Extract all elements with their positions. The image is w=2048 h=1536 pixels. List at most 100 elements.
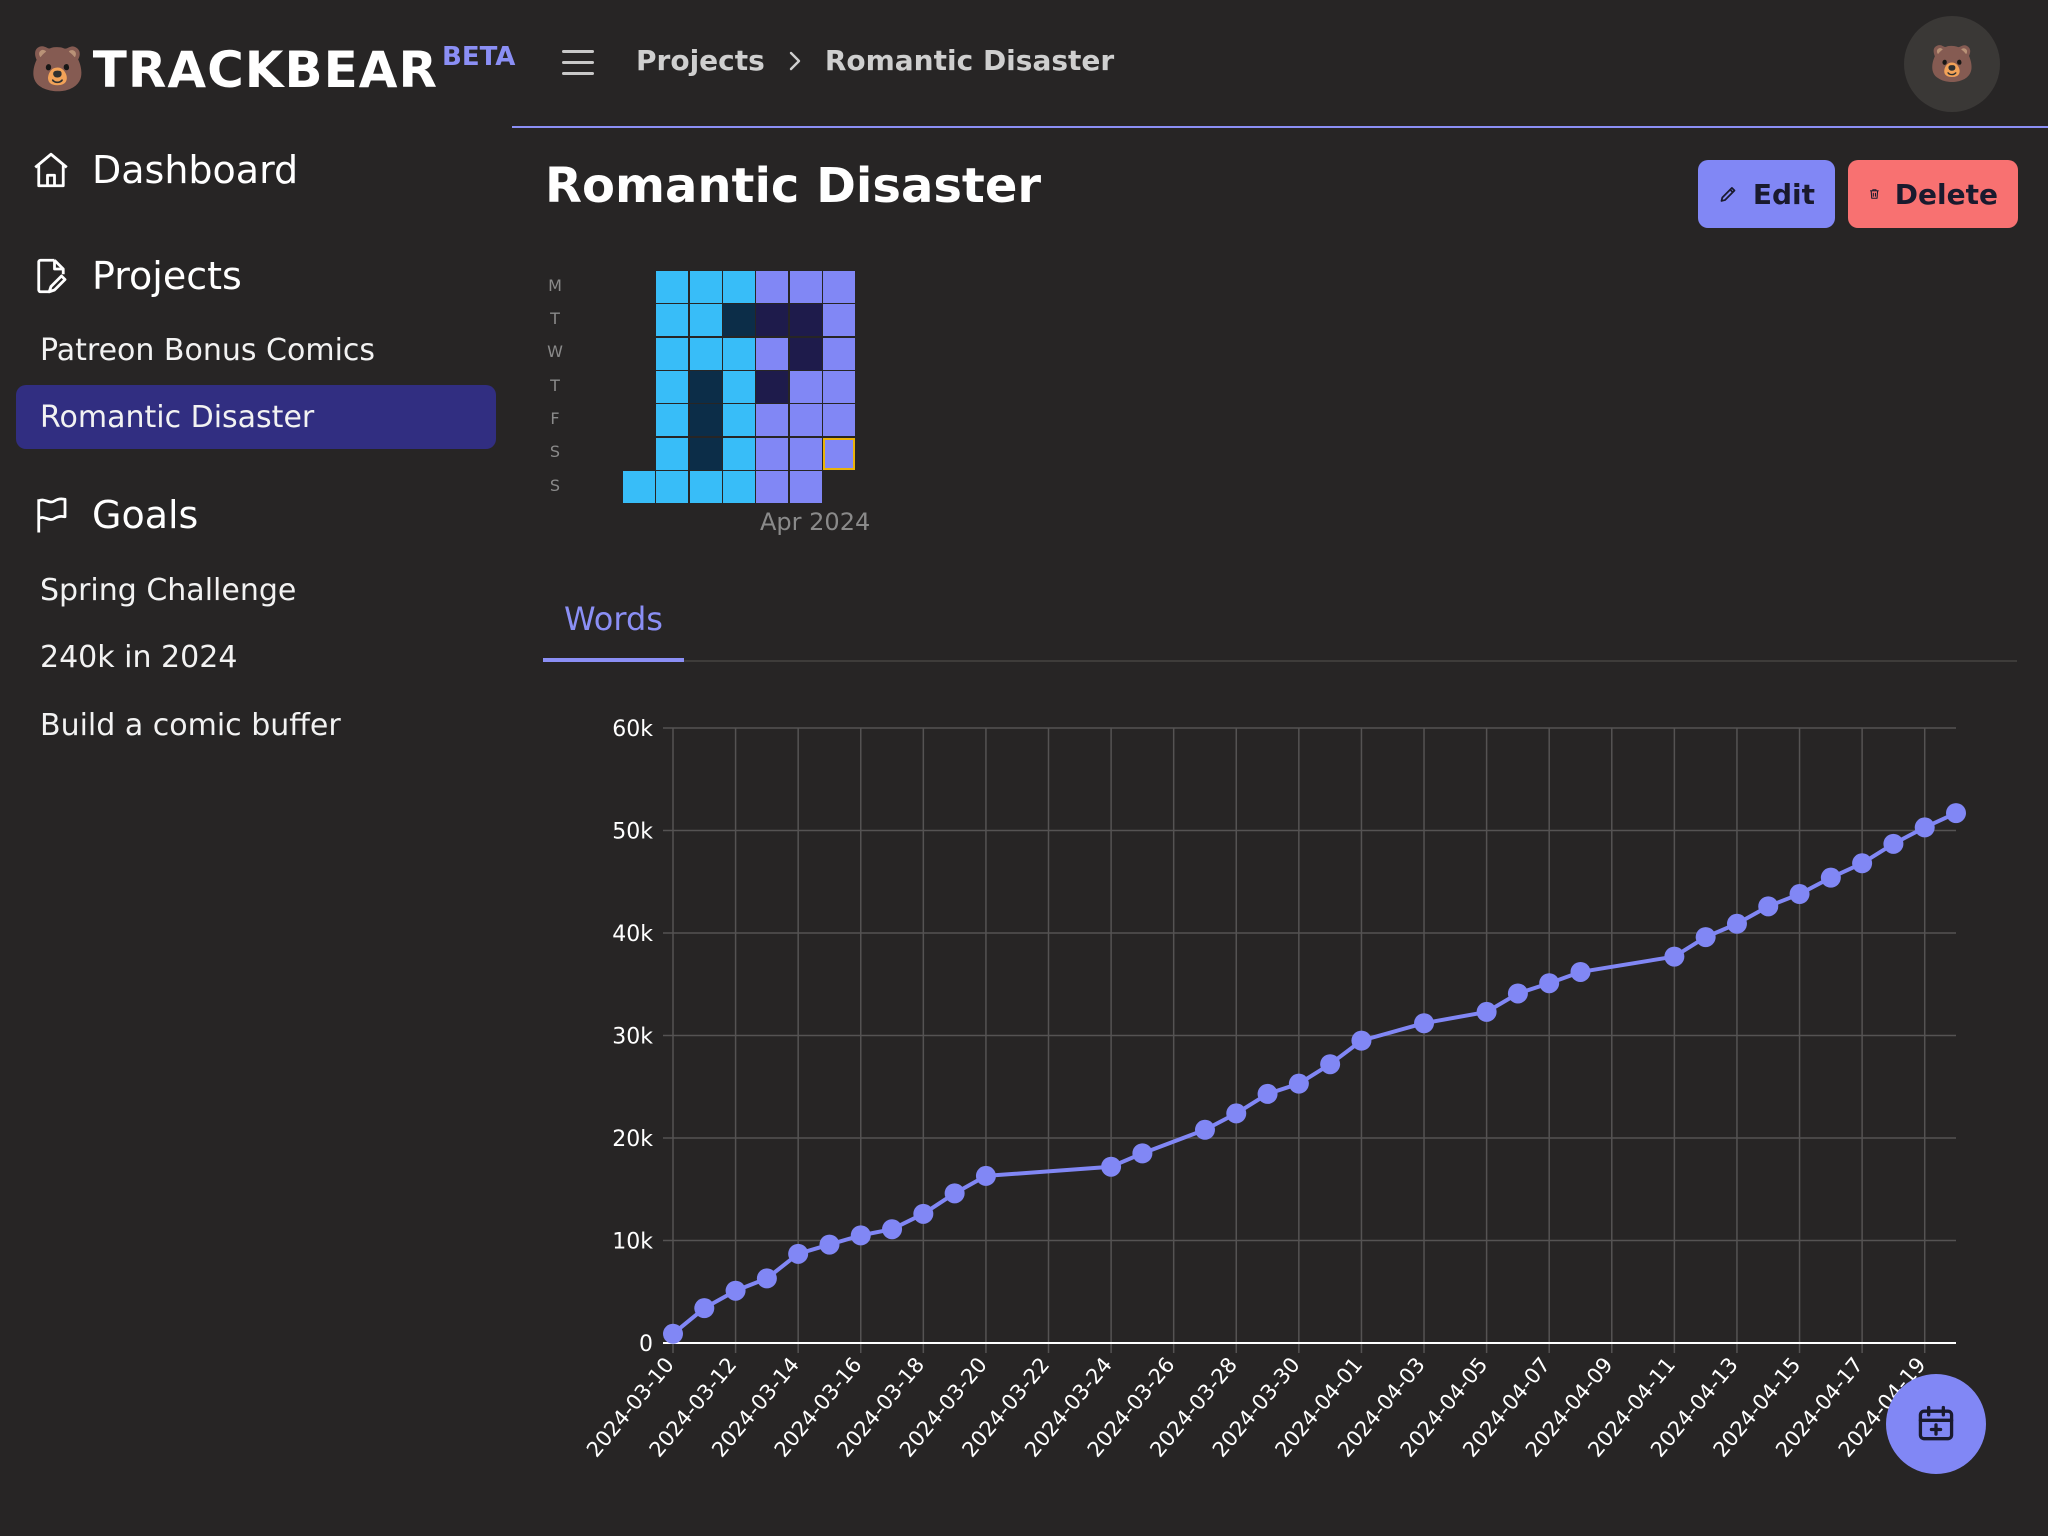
data-point — [975, 1165, 996, 1186]
heatmap-cell[interactable] — [822, 337, 855, 370]
edit-button-label: Edit — [1752, 177, 1815, 211]
data-point — [1852, 853, 1873, 874]
sidebar-item-label: Projects — [92, 254, 242, 298]
series-line — [671, 811, 1957, 1336]
data-point — [1914, 817, 1935, 838]
heatmap-cell[interactable] — [822, 370, 855, 403]
heatmap-cell[interactable] — [789, 404, 822, 437]
data-point — [694, 1298, 715, 1319]
sidebar-item-projects[interactable]: Projects — [30, 248, 242, 304]
y-tick-label: 40k — [612, 922, 653, 947]
data-point — [1194, 1119, 1215, 1140]
heatmap-cell[interactable] — [789, 470, 822, 503]
heatmap-cell[interactable] — [756, 404, 789, 437]
data-point — [1476, 1001, 1497, 1022]
weekday-label: W — [547, 342, 563, 361]
data-point — [1539, 973, 1560, 994]
add-tally-button[interactable] — [1886, 1374, 1986, 1474]
y-tick-label: 60k — [612, 717, 653, 742]
heatmap-cell[interactable] — [689, 404, 722, 437]
heatmap-cell[interactable] — [822, 271, 855, 303]
heatmap-cell[interactable] — [756, 437, 789, 470]
sidebar-item-build-a-comic-buffer[interactable]: Build a comic buffer — [16, 693, 496, 757]
heatmap-cell[interactable] — [822, 304, 855, 337]
y-tick-label: 20k — [612, 1127, 653, 1152]
heatmap-cell[interactable] — [822, 404, 855, 437]
heatmap-cell[interactable] — [722, 337, 755, 370]
top-bar: Projects Romantic Disaster 🐻 — [512, 0, 2048, 128]
heatmap-cell[interactable] — [656, 337, 689, 370]
heatmap-cell[interactable] — [722, 404, 755, 437]
data-point — [850, 1225, 871, 1246]
data-point — [1758, 896, 1779, 917]
data-point — [944, 1183, 965, 1204]
sidebar-item-label: Dashboard — [92, 148, 299, 192]
heatmap-cell[interactable] — [656, 437, 689, 470]
data-point — [788, 1243, 809, 1264]
sidebar-item-dashboard[interactable]: Dashboard — [30, 142, 298, 198]
heatmap-cell[interactable] — [689, 437, 722, 470]
weekday-label: T — [550, 309, 560, 328]
data-point — [1570, 961, 1591, 982]
y-tick-label: 10k — [612, 1230, 653, 1255]
heatmap-cell[interactable] — [722, 271, 755, 303]
sidebar-item-label: Goals — [92, 493, 199, 537]
heatmap-cell[interactable] — [722, 437, 755, 470]
data-point — [1226, 1103, 1247, 1124]
heatmap-cell[interactable] — [689, 337, 722, 370]
chevron-right-icon — [789, 51, 801, 70]
data-point — [1695, 927, 1716, 948]
breadcrumb: Projects Romantic Disaster — [636, 44, 1114, 77]
heatmap-cell[interactable] — [689, 370, 722, 403]
breadcrumb-projects-link[interactable]: Projects — [636, 44, 765, 77]
sidebar-item-spring-challenge[interactable]: Spring Challenge — [16, 558, 496, 622]
data-point — [882, 1219, 903, 1240]
heatmap-cell[interactable] — [756, 271, 789, 303]
beta-badge: BETA — [442, 42, 516, 72]
data-point — [1101, 1156, 1122, 1177]
heatmap-cell[interactable] — [656, 470, 689, 503]
heatmap-cell[interactable] — [756, 304, 789, 337]
sidebar-item-240k-in-2024[interactable]: 240k in 2024 — [16, 625, 496, 689]
heatmap-cell[interactable] — [623, 470, 655, 503]
heatmap-cell[interactable] — [789, 271, 822, 303]
heatmap-cell[interactable] — [756, 337, 789, 370]
data-point — [756, 1268, 777, 1289]
heatmap-cell[interactable] — [689, 271, 722, 303]
activity-heatmap: M T W T F S S Apr 2024 — [540, 268, 900, 538]
heatmap-cell[interactable] — [789, 337, 822, 370]
bear-logo-icon: 🐻 — [30, 44, 85, 95]
heatmap-cell[interactable] — [656, 271, 689, 303]
tab-words[interactable]: Words — [543, 580, 684, 662]
data-point — [1351, 1030, 1372, 1051]
sidebar-item-patreon-bonus-comics[interactable]: Patreon Bonus Comics — [16, 318, 496, 382]
data-point — [1726, 913, 1747, 934]
heatmap-cell[interactable] — [789, 437, 822, 470]
heatmap-cell[interactable] — [722, 304, 755, 337]
document-edit-icon — [37, 258, 67, 294]
avatar[interactable]: 🐻 — [1904, 16, 2000, 112]
home-icon — [34, 152, 68, 188]
heatmap-cell[interactable] — [722, 470, 755, 503]
heatmap-cell[interactable] — [656, 370, 689, 403]
sidebar-item-goals[interactable]: Goals — [30, 487, 198, 543]
heatmap-cell[interactable] — [656, 304, 689, 337]
edit-button[interactable]: Edit — [1698, 160, 1835, 228]
data-point — [1414, 1013, 1435, 1034]
delete-button-label: Delete — [1894, 177, 1998, 211]
data-point — [1257, 1083, 1278, 1104]
heatmap-cell[interactable] — [722, 370, 755, 403]
heatmap-cell[interactable] — [789, 370, 822, 403]
delete-button[interactable]: Delete — [1848, 160, 2018, 228]
heatmap-cell[interactable] — [756, 470, 789, 503]
heatmap-cell[interactable] — [822, 437, 855, 470]
brand-logo[interactable]: 🐻 TRACKBEAR BETA — [30, 40, 515, 100]
heatmap-cell[interactable] — [789, 304, 822, 337]
sidebar-item-romantic-disaster[interactable]: Romantic Disaster — [16, 385, 496, 449]
heatmap-cell[interactable] — [656, 404, 689, 437]
heatmap-cell[interactable] — [756, 370, 789, 403]
hamburger-menu-icon[interactable] — [562, 50, 594, 78]
data-point — [1883, 833, 1904, 854]
heatmap-cell[interactable] — [689, 304, 722, 337]
heatmap-cell[interactable] — [689, 470, 722, 503]
